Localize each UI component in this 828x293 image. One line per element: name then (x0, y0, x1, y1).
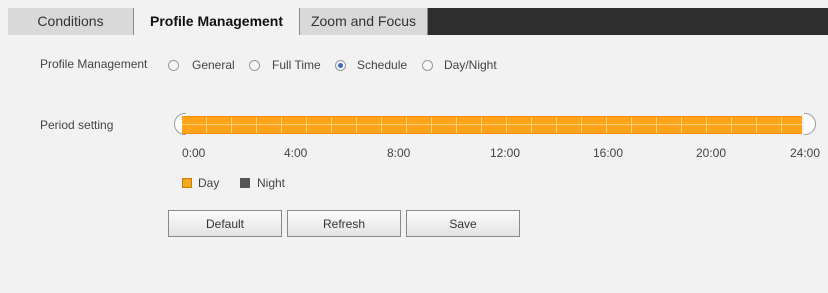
tick-20: 20:00 (696, 146, 727, 160)
tick-16: 16:00 (593, 146, 624, 160)
day-legend-label: Day (198, 176, 220, 190)
default-button[interactable]: Default (168, 210, 282, 237)
tab-profile-management[interactable]: Profile Management (134, 8, 300, 35)
settings-window: Conditions Profile Management Zoom and F… (0, 0, 828, 293)
period-timeline[interactable] (182, 116, 802, 134)
tick-4: 4:00 (284, 146, 308, 160)
profile-management-panel (8, 35, 828, 293)
tick-8: 8:00 (387, 146, 411, 160)
tick-12: 12:00 (490, 146, 521, 160)
radio-general-label[interactable]: General (192, 58, 235, 72)
night-legend-label: Night (257, 176, 286, 190)
tab-zoom-and-focus[interactable]: Zoom and Focus (300, 8, 428, 35)
day-legend-swatch (182, 178, 192, 188)
night-legend-swatch (240, 178, 250, 188)
save-button[interactable]: Save (406, 210, 520, 237)
radio-general[interactable] (168, 60, 179, 71)
tab-conditions[interactable]: Conditions (8, 8, 134, 35)
radio-schedule[interactable] (335, 60, 346, 71)
tab-bar: Conditions Profile Management Zoom and F… (8, 8, 828, 35)
radio-schedule-label[interactable]: Schedule (357, 58, 407, 72)
profile-management-label: Profile Management (40, 57, 148, 71)
radio-full-time-label[interactable]: Full Time (272, 58, 321, 72)
radio-day-night-label[interactable]: Day/Night (444, 58, 497, 72)
radio-full-time[interactable] (249, 60, 260, 71)
period-setting-label: Period setting (40, 118, 114, 132)
tick-24: 24:00 (790, 146, 821, 160)
refresh-button[interactable]: Refresh (287, 210, 401, 237)
radio-day-night[interactable] (422, 60, 433, 71)
tick-0: 0:00 (182, 146, 206, 160)
